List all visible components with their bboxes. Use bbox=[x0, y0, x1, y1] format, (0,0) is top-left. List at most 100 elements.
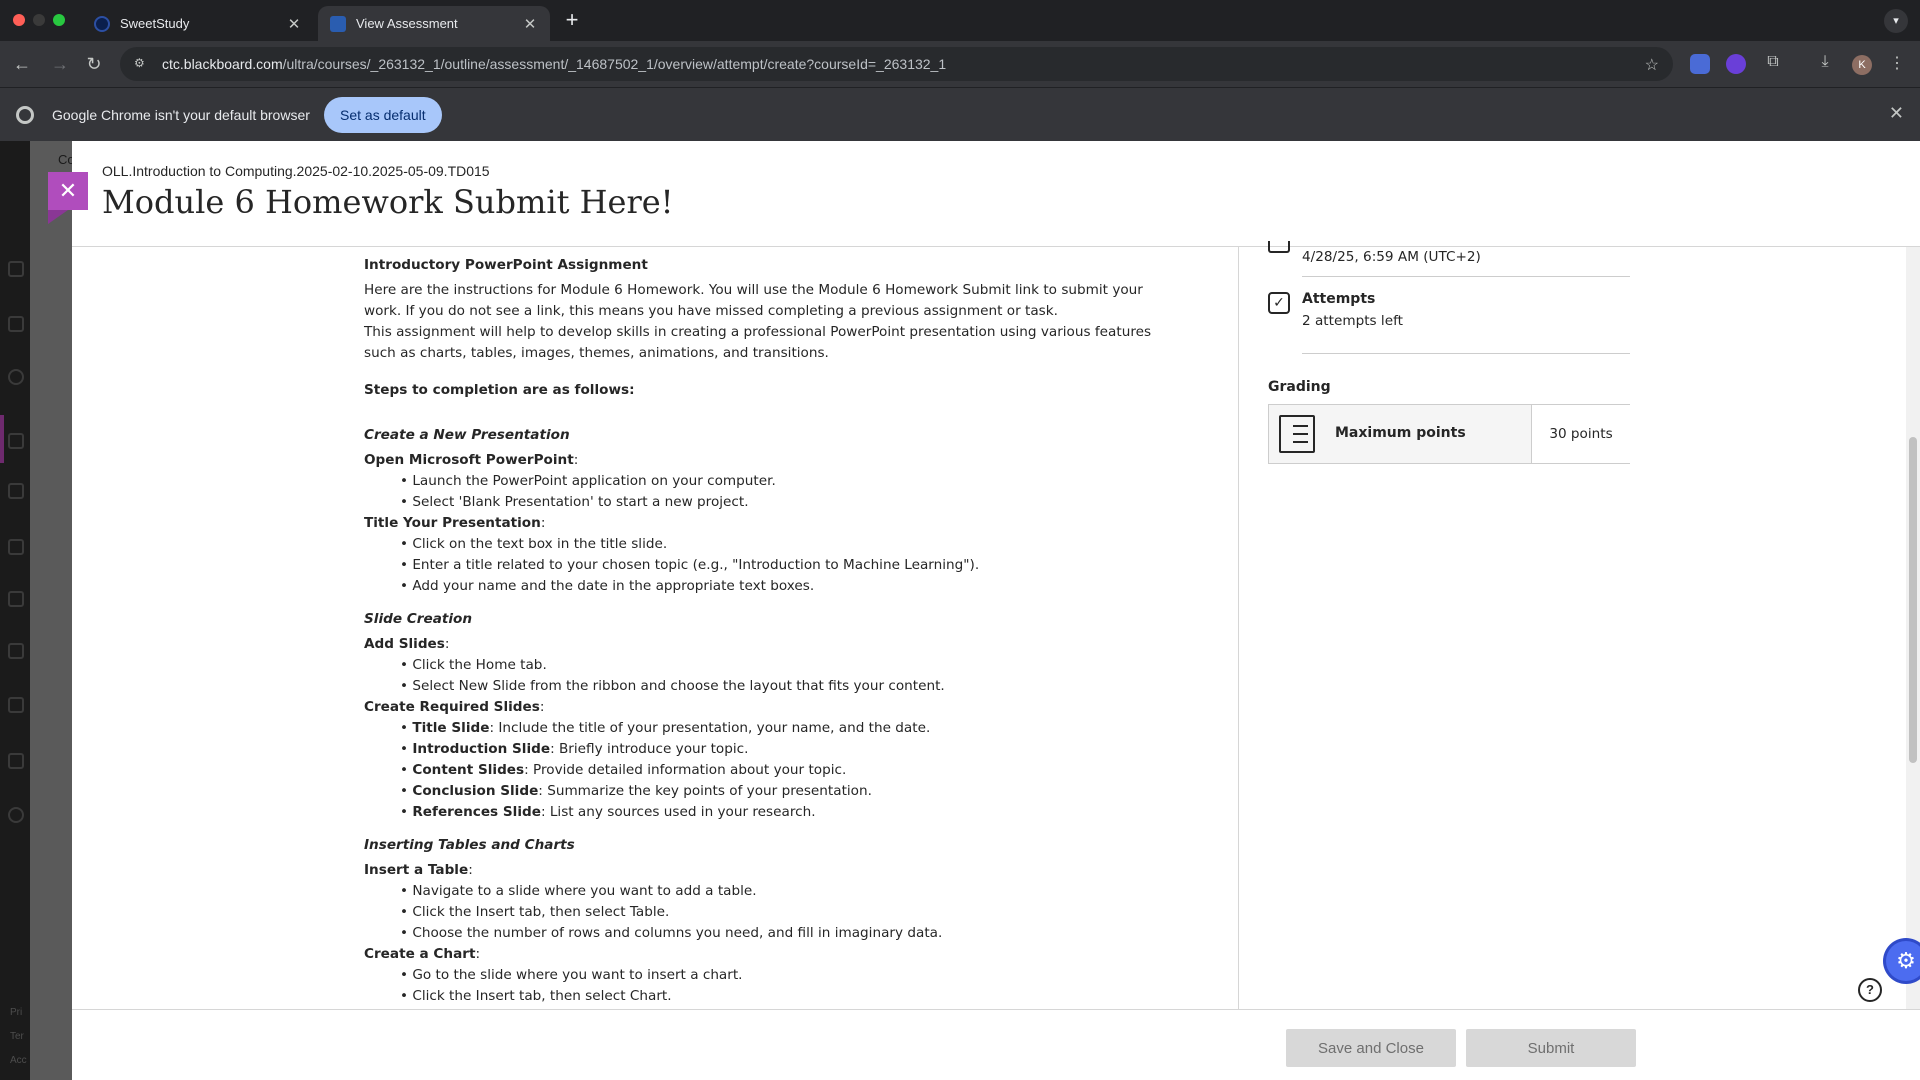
list-item: Click on the text box in the title slide… bbox=[400, 534, 1238, 555]
tab-label: SweetStudy bbox=[120, 16, 190, 31]
list-item: Click the Insert tab, then select Table. bbox=[400, 902, 1238, 923]
nav-grades-icon bbox=[8, 643, 24, 659]
panel-footer: Save and Close Submit bbox=[72, 1009, 1920, 1080]
set-as-default-button[interactable]: Set as default bbox=[324, 97, 442, 133]
maximize-window-button[interactable] bbox=[53, 14, 65, 26]
instructions-document: Introductory PowerPoint Assignment Here … bbox=[364, 255, 1238, 1007]
url-text: ctc.blackboard.com/ultra/courses/_263132… bbox=[162, 56, 947, 72]
nav-calendar-icon bbox=[8, 539, 24, 555]
new-tab-button[interactable]: + bbox=[558, 9, 586, 33]
step-label: Add Slides: bbox=[364, 636, 450, 652]
background-gutter: Co bbox=[30, 141, 75, 1080]
close-tab-icon[interactable]: ✕ bbox=[522, 15, 538, 33]
attempts-checkbox-icon: ✓ bbox=[1268, 292, 1290, 314]
site-info-icon[interactable]: ⚙ bbox=[134, 56, 150, 72]
menu-kebab-icon[interactable]: ⋮ bbox=[1886, 53, 1908, 75]
course-name: OLL.Introduction to Computing.2025-02-10… bbox=[102, 163, 490, 179]
scrollbar-thumb[interactable] bbox=[1909, 437, 1917, 763]
list-item: Go to the slide where you want to insert… bbox=[400, 965, 1238, 986]
sweetstudy-favicon-icon bbox=[94, 15, 110, 32]
accessibility-settings-button[interactable]: ⚙ bbox=[1886, 941, 1920, 981]
nav-messages-icon bbox=[8, 591, 24, 607]
list-item: Launch the PowerPoint application on you… bbox=[400, 471, 1238, 492]
step-label: Title Your Presentation: bbox=[364, 515, 546, 531]
tab-sweetstudy[interactable]: SweetStudy ✕ bbox=[82, 6, 314, 41]
nav-activity-icon bbox=[8, 369, 24, 385]
help-icon[interactable]: ? bbox=[1858, 978, 1882, 1002]
list-item: Content Slides: Provide detailed informa… bbox=[400, 760, 1238, 781]
nav-active-indicator bbox=[0, 415, 4, 463]
extensions-puzzle-icon[interactable]: ⧉ bbox=[1762, 53, 1784, 75]
attempts-label: Attempts bbox=[1302, 291, 1376, 307]
list-item: Add your name and the date in the approp… bbox=[400, 576, 1238, 597]
bookmark-star-icon[interactable]: ☆ bbox=[1645, 55, 1659, 75]
close-tab-icon[interactable]: ✕ bbox=[286, 15, 302, 33]
nav-signout-icon bbox=[8, 807, 24, 823]
scrollbar[interactable] bbox=[1906, 247, 1920, 1009]
section-title: Inserting Tables and Charts bbox=[364, 837, 575, 853]
chrome-icon bbox=[16, 106, 34, 124]
divider bbox=[1302, 353, 1630, 354]
extension-1-icon[interactable] bbox=[1690, 54, 1710, 74]
tab-strip: SweetStudy ✕ View Assessment ✕ + ▾ bbox=[0, 0, 1920, 41]
forward-button[interactable]: → bbox=[48, 52, 72, 76]
max-points-box: Maximum points 30 points bbox=[1268, 404, 1630, 464]
infobar-message: Google Chrome isn't your default browser bbox=[52, 107, 310, 123]
grading-checklist-icon bbox=[1279, 415, 1315, 453]
step-list: Title Slide: Include the title of your p… bbox=[364, 718, 1238, 823]
list-item: Click the Insert tab, then select Chart. bbox=[400, 986, 1238, 1007]
list-item: Navigate to a slide where you want to ad… bbox=[400, 881, 1238, 902]
assignment-heading: Introductory PowerPoint Assignment bbox=[364, 257, 648, 273]
instructions-content[interactable]: Introductory PowerPoint Assignment Here … bbox=[72, 247, 1238, 1009]
tab-view-assessment[interactable]: View Assessment ✕ bbox=[318, 6, 550, 41]
grading-label: Grading bbox=[1268, 379, 1331, 395]
page-title: Module 6 Homework Submit Here! bbox=[102, 183, 674, 221]
list-item: Click the Home tab. bbox=[400, 655, 1238, 676]
close-infobar-icon[interactable]: ✕ bbox=[1889, 103, 1904, 124]
profile-avatar[interactable]: K bbox=[1852, 55, 1872, 75]
due-date-icon bbox=[1268, 241, 1290, 253]
nav-edit-icon bbox=[8, 753, 24, 769]
step-label: Insert a Table: bbox=[364, 862, 473, 878]
browser-toolbar: ← → ↻ ⚙ ctc.blackboard.com/ultra/courses… bbox=[0, 41, 1920, 87]
nav-tools-icon bbox=[8, 697, 24, 713]
section-title: Slide Creation bbox=[364, 611, 473, 627]
tab-label: View Assessment bbox=[356, 16, 458, 31]
divider bbox=[1302, 276, 1630, 277]
close-panel-button[interactable]: ✕ bbox=[48, 172, 88, 210]
background-footer-link: Acc bbox=[10, 1055, 27, 1066]
step-list: Navigate to a slide where you want to ad… bbox=[364, 881, 1238, 944]
minimize-window-button[interactable] bbox=[33, 14, 45, 26]
list-item: Title Slide: Include the title of your p… bbox=[400, 718, 1238, 739]
address-bar[interactable]: ⚙ ctc.blackboard.com/ultra/courses/_2631… bbox=[120, 47, 1673, 81]
submit-button[interactable]: Submit bbox=[1466, 1029, 1636, 1067]
list-item: Select 'Blank Presentation' to start a n… bbox=[400, 492, 1238, 513]
step-label: Create a Chart: bbox=[364, 946, 481, 962]
nav-courses-icon bbox=[8, 433, 24, 449]
background-footer-link: Ter bbox=[10, 1031, 24, 1042]
attempts-value: 2 attempts left bbox=[1302, 313, 1403, 329]
panel-header: OLL.Introduction to Computing.2025-02-10… bbox=[72, 141, 1920, 247]
blackboard-favicon-icon bbox=[330, 15, 346, 32]
background-footer-link: Pri bbox=[10, 1007, 23, 1018]
background-left-nav: Pri Ter Acc bbox=[0, 141, 30, 1080]
extension-2-icon[interactable] bbox=[1726, 54, 1746, 74]
close-window-button[interactable] bbox=[13, 14, 25, 26]
intro-paragraph: This assignment will help to develop ski… bbox=[364, 324, 1152, 361]
list-item: Choose the number of rows and columns yo… bbox=[400, 923, 1238, 944]
step-label: Open Microsoft PowerPoint: bbox=[364, 452, 579, 468]
due-date-value: 4/28/25, 6:59 AM (UTC+2) bbox=[1302, 249, 1481, 265]
assessment-panel: OLL.Introduction to Computing.2025-02-10… bbox=[72, 141, 1920, 1080]
step-list: Click the Home tab. Select New Slide fro… bbox=[364, 655, 1238, 697]
default-browser-infobar: Google Chrome isn't your default browser… bbox=[0, 87, 1920, 141]
downloads-icon[interactable]: ⤓ bbox=[1814, 53, 1836, 75]
save-and-close-button[interactable]: Save and Close bbox=[1286, 1029, 1456, 1067]
back-button[interactable]: ← bbox=[10, 52, 34, 76]
reload-button[interactable]: ↻ bbox=[82, 52, 106, 76]
nav-profile-icon bbox=[8, 316, 24, 332]
section-title: Create a New Presentation bbox=[364, 427, 570, 443]
max-points-value: 30 points bbox=[1532, 405, 1630, 463]
intro-paragraph: Here are the instructions for Module 6 H… bbox=[364, 282, 1143, 319]
list-item: Conclusion Slide: Summarize the key poin… bbox=[400, 781, 1238, 802]
tab-search-button[interactable]: ▾ bbox=[1884, 9, 1908, 33]
